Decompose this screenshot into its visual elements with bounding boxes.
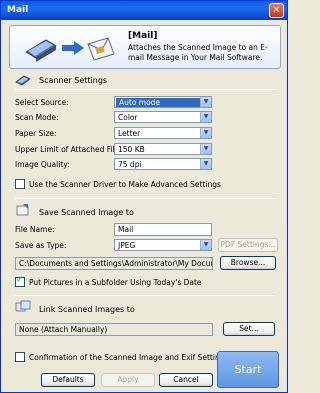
file-name-label: File Name: [15, 225, 55, 234]
chevron-down-icon[interactable]: ▼ [200, 144, 211, 154]
start-button[interactable]: Start [217, 351, 279, 388]
chevron-down-icon[interactable]: ▼ [200, 240, 211, 250]
save-path-field[interactable]: C:\Documents and Settings\Administrator\… [15, 257, 213, 270]
use-driver-label[interactable]: Use the Scanner Driver to Make Advanced … [29, 180, 221, 189]
apply-button[interactable]: Apply [101, 373, 155, 387]
divider [15, 198, 275, 199]
scanner-settings-icon [15, 75, 31, 86]
mail-dialog: Mail ✕ [Mail] Attaches the Scanned Image… [0, 0, 288, 393]
select-source-label: Select Source: [15, 98, 69, 107]
set-button[interactable]: Set... [223, 322, 275, 336]
paper-size-value: Letter [118, 129, 141, 138]
confirm-checkbox[interactable] [15, 352, 25, 362]
cancel-button[interactable]: Cancel [159, 373, 213, 387]
paper-size-label: Paper Size: [15, 129, 57, 138]
mail-envelope-icon [87, 37, 115, 61]
divider [15, 295, 275, 296]
defaults-button[interactable]: Defaults [41, 373, 95, 387]
link-settings-heading: Link Scanned Images to [39, 305, 135, 314]
browse-button[interactable]: Browse... [220, 256, 276, 270]
scanner-icon [25, 39, 57, 62]
header-illustration [25, 37, 115, 62]
close-button[interactable]: ✕ [269, 3, 284, 18]
select-source-dropdown[interactable]: Auto mode ▼ [114, 96, 212, 108]
paper-size-dropdown[interactable]: Letter ▼ [114, 127, 212, 139]
image-quality-value: 75 dpi [118, 160, 142, 169]
scanner-settings-heading: Scanner Settings [39, 76, 108, 85]
header-title: [Mail] [128, 31, 158, 41]
save-as-type-label: Save as Type: [15, 241, 67, 250]
window-title: Mail [7, 5, 29, 15]
chevron-down-icon[interactable]: ▼ [200, 112, 211, 122]
header-description: Attaches the Scanned Image to an E-mail … [128, 43, 268, 62]
link-target-field[interactable]: None (Attach Manually) [15, 323, 213, 336]
chevron-down-icon[interactable]: ▼ [200, 97, 211, 107]
subfolder-checkbox[interactable] [15, 275, 25, 287]
title-bar[interactable]: Mail ✕ [1, 1, 287, 20]
scan-mode-value: Color [118, 113, 138, 122]
file-name-input[interactable]: Mail [114, 223, 212, 236]
image-quality-label: Image Quality: [15, 160, 70, 169]
upper-limit-dropdown[interactable]: 150 KB ▼ [114, 143, 212, 155]
confirm-label[interactable]: Confirmation of the Scanned Image and Ex… [29, 353, 228, 362]
save-image-icon [16, 204, 29, 216]
link-images-icon [15, 300, 31, 312]
subfolder-label[interactable]: Put Pictures in a Subfolder Using Today'… [29, 278, 202, 287]
upper-limit-value: 150 KB [118, 145, 145, 154]
divider [15, 89, 275, 90]
chevron-down-icon[interactable]: ▼ [200, 159, 211, 169]
header-banner: [Mail] Attaches the Scanned Image to an … [9, 25, 281, 69]
use-driver-checkbox[interactable] [15, 179, 25, 189]
chevron-down-icon[interactable]: ▼ [200, 128, 211, 138]
pdf-settings-button[interactable]: PDF Settings... [218, 238, 278, 252]
scan-mode-dropdown[interactable]: Color ▼ [114, 111, 212, 123]
select-source-value: Auto mode [116, 98, 200, 107]
save-settings-heading: Save Scanned Image to [39, 208, 134, 217]
arrow-right-icon [62, 41, 84, 55]
save-as-type-value: JPEG [118, 241, 136, 250]
scan-mode-label: Scan Mode: [15, 113, 59, 122]
upper-limit-label: Upper Limit of Attached File: [15, 145, 122, 154]
save-as-type-dropdown[interactable]: JPEG ▼ [114, 239, 212, 251]
image-quality-dropdown[interactable]: 75 dpi ▼ [114, 158, 212, 170]
